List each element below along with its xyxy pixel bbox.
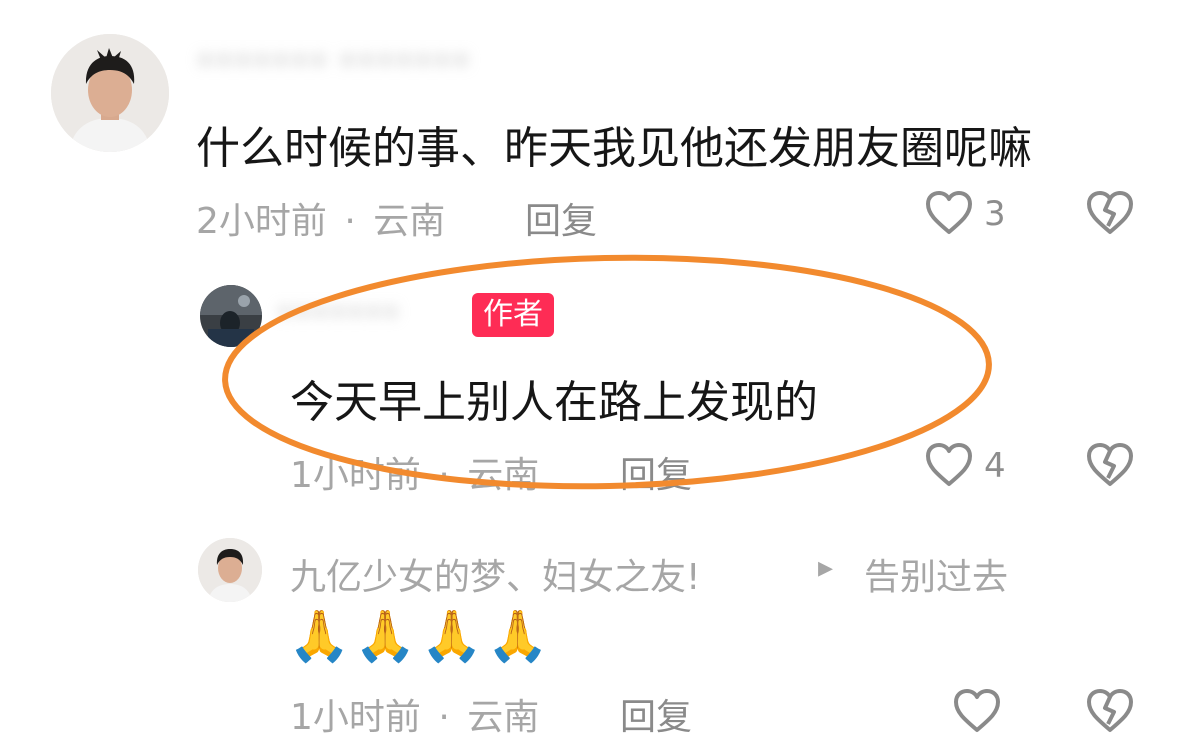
reply-meta: 1小时前 · 云南 — [290, 688, 539, 740]
reply-username[interactable]: 九亿少女的梦、妇女之友! — [290, 548, 700, 600]
meta-dot: · — [438, 697, 450, 738]
reply-time: 1小时前 — [290, 697, 421, 738]
broken-heart-icon[interactable] — [1085, 688, 1135, 734]
avatar[interactable] — [198, 538, 262, 602]
reply-button[interactable]: 回复 — [620, 688, 692, 740]
play-triangle-icon: ▸ — [818, 550, 834, 585]
reply-emoji-text: 🙏🙏🙏🙏 — [288, 607, 554, 665]
reply-to-username[interactable]: 告别过去 — [864, 548, 1008, 600]
heart-outline-icon[interactable] — [952, 688, 1002, 734]
reply-location: 云南 — [467, 697, 540, 738]
